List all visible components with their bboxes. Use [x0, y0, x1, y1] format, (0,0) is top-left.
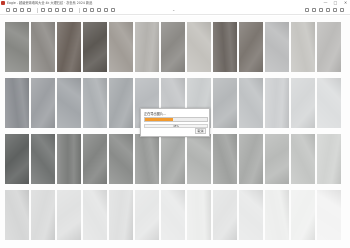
marble-tile: [239, 134, 263, 184]
progress-fill: [145, 118, 173, 121]
marble-tile: [187, 190, 211, 240]
back-icon[interactable]: [6, 8, 10, 12]
tag-icon[interactable]: [111, 8, 115, 12]
marble-tile: [83, 134, 107, 184]
marble-tile: [265, 22, 289, 72]
marble-tile: [31, 190, 55, 240]
share-icon[interactable]: [305, 8, 309, 12]
marble-tile: [57, 134, 81, 184]
toolbar: ⌄: [0, 6, 350, 15]
export-progress-dialog: 正在导出图片... 45% 取消: [140, 108, 210, 137]
settings-icon[interactable]: [340, 8, 344, 12]
marble-tile: [109, 134, 133, 184]
marble-tile: [5, 78, 29, 128]
marble-tile: [291, 22, 315, 72]
marble-tile: [83, 78, 107, 128]
marble-tile: [161, 134, 185, 184]
marble-tile: [5, 190, 29, 240]
marble-tile: [239, 190, 263, 240]
marble-tile: [239, 78, 263, 128]
marble-tile: [265, 78, 289, 128]
marble-tile: [83, 190, 107, 240]
marble-tile: [5, 22, 29, 72]
marble-tile: [109, 22, 133, 72]
marble-tile: [109, 78, 133, 128]
marble-tile: [31, 134, 55, 184]
grid-icon[interactable]: [55, 8, 59, 12]
folder-icon[interactable]: [41, 8, 45, 12]
marble-tile: [135, 22, 159, 72]
marble-tile: [83, 22, 107, 72]
marble-tile: [57, 78, 81, 128]
toolbar-right-group: [305, 8, 344, 12]
marble-tile: [5, 134, 29, 184]
chevron-down-icon[interactable]: ⌄: [172, 7, 175, 12]
fullscreen-icon[interactable]: [333, 8, 337, 12]
marble-tile: [57, 22, 81, 72]
star-icon[interactable]: [312, 8, 316, 12]
marble-tile: [291, 78, 315, 128]
marble-tile: [317, 78, 341, 128]
crop-icon[interactable]: [83, 8, 87, 12]
zoom-icon[interactable]: [69, 8, 73, 12]
window-icon[interactable]: [319, 8, 323, 12]
list-icon[interactable]: [62, 8, 66, 12]
marble-tile: [265, 134, 289, 184]
marble-tile: [317, 22, 341, 72]
info-icon[interactable]: [104, 8, 108, 12]
refresh-icon[interactable]: [20, 8, 24, 12]
app-logo-icon: [1, 1, 5, 5]
marble-tile: [239, 22, 263, 72]
marble-tile: [135, 134, 159, 184]
marble-tile: [187, 22, 211, 72]
marble-tile: [109, 190, 133, 240]
marble-tile: [161, 190, 185, 240]
marble-tile: [31, 22, 55, 72]
marble-tile: [291, 190, 315, 240]
dialog-title: 正在导出图片...: [144, 112, 167, 116]
progress-bar: [144, 117, 208, 122]
marble-tile: [317, 134, 341, 184]
rotate-icon[interactable]: [90, 8, 94, 12]
marble-tile: [317, 190, 341, 240]
flip-icon[interactable]: [97, 8, 101, 12]
toolbar-left-group: [6, 7, 118, 13]
marble-tile: [213, 190, 237, 240]
menu-icon[interactable]: [326, 8, 330, 12]
marble-tile: [135, 190, 159, 240]
toolbar-separator: [37, 7, 38, 13]
marble-tile: [31, 78, 55, 128]
marble-tile: [161, 22, 185, 72]
marble-tile: [291, 134, 315, 184]
image-icon[interactable]: [48, 8, 52, 12]
home-icon[interactable]: [27, 8, 31, 12]
marble-tile: [187, 134, 211, 184]
marble-tile: [57, 190, 81, 240]
marble-tile: [213, 22, 237, 72]
forward-icon[interactable]: [13, 8, 17, 12]
toolbar-separator: [79, 7, 80, 13]
cancel-button[interactable]: 取消: [194, 128, 206, 134]
marble-tile: [265, 190, 289, 240]
marble-tile: [213, 134, 237, 184]
marble-tile: [213, 78, 237, 128]
